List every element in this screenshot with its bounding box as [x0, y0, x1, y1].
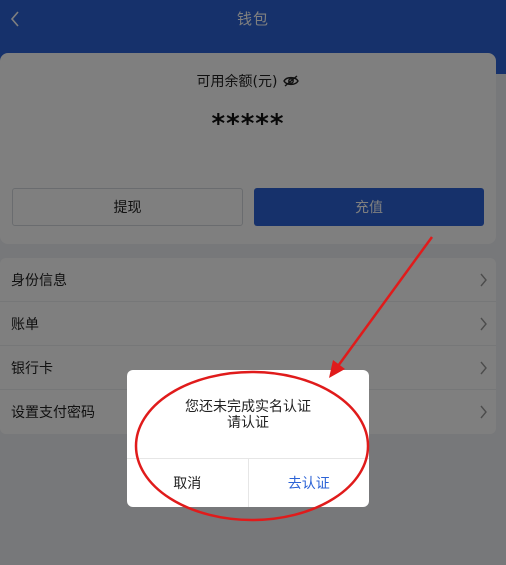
dialog-message-line1: 您还未完成实名认证 — [185, 399, 311, 415]
dialog-message-line2: 请认证 — [227, 415, 269, 431]
dialog-verify-button[interactable]: 去认证 — [249, 459, 370, 507]
dialog-actions: 取消 去认证 — [127, 458, 369, 507]
dialog-message: 您还未完成实名认证 请认证 — [127, 399, 369, 431]
dialog-cancel-button[interactable]: 取消 — [127, 459, 249, 507]
verification-dialog: 您还未完成实名认证 请认证 取消 去认证 — [127, 370, 369, 507]
